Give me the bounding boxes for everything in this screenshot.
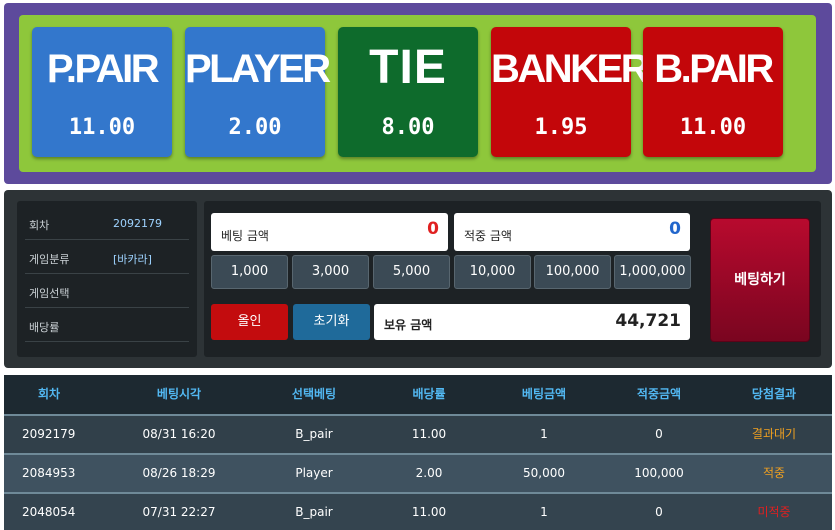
column-header: 베팅금액 xyxy=(521,387,567,401)
win-amount-cell: 0 xyxy=(655,427,663,441)
pick-cell: Player xyxy=(295,466,333,480)
bet-option-odds: 1.95 xyxy=(534,115,588,140)
win-amount-label: 적중 금액 xyxy=(464,229,512,243)
balance-value: 44,721 xyxy=(615,311,681,331)
category-label: 게임분류 xyxy=(29,253,70,266)
odds-cell: 2.00 xyxy=(415,466,443,480)
odds-cell: 11.00 xyxy=(411,427,447,441)
reset-button[interactable]: 초기화 xyxy=(293,304,370,340)
round-cell: 2084953 xyxy=(22,466,76,480)
bet-option-name: B.PAIR xyxy=(654,47,774,91)
bet-option-odds: 8.00 xyxy=(381,115,435,140)
chip-5000-button[interactable]: 5,000 xyxy=(373,255,450,289)
balance-label: 보유 금액 xyxy=(384,318,433,332)
bet-option-name: TIE xyxy=(369,41,447,94)
time-cell: 07/31 22:27 xyxy=(142,505,216,519)
round-label: 회차 xyxy=(29,219,50,232)
win-amount-value: 0 xyxy=(669,219,681,239)
bet-option-player[interactable]: PLAYER 2.00 xyxy=(185,27,331,157)
bet-option-b-pair[interactable]: B.PAIR 11.00 xyxy=(643,27,783,157)
bet-board-frame: P.PAIR 11.00 PLAYER 2.00 TIE 8.00 BANKER… xyxy=(4,3,832,184)
chip-3000-button[interactable]: 3,000 xyxy=(292,255,369,289)
chip-1000000-button[interactable]: 1,000,000 xyxy=(614,255,691,289)
chip-100000-button[interactable]: 100,000 xyxy=(534,255,611,289)
bet-amount-value: 0 xyxy=(427,219,439,239)
chip-10000-button[interactable]: 10,000 xyxy=(454,255,531,289)
table-header: 회차 베팅시각 선택베팅 배당률 베팅금액 적중금액 당첨결과 xyxy=(4,375,832,414)
table-row: 2048054 07/31 22:27 B_pair 11.00 1 0 미적중 xyxy=(4,492,832,530)
bet-option-tie[interactable]: TIE 8.00 xyxy=(338,27,478,157)
bet-amount-cell: 1 xyxy=(540,505,548,519)
info-row-round: 회차 2092179 xyxy=(25,206,189,240)
result-cell: 미적중 xyxy=(757,505,791,519)
column-header: 적중금액 xyxy=(636,387,682,401)
column-header: 당첨결과 xyxy=(751,387,797,401)
info-row-category: 게임분류 [바카라] xyxy=(25,240,189,274)
bet-amount-label: 베팅 금액 xyxy=(221,229,269,243)
column-header: 베팅시각 xyxy=(156,387,202,401)
column-header: 회차 xyxy=(37,387,61,401)
bet-control-panel: 회차 2092179 게임분류 [바카라] 게임선택 배당률 베팅 금액 0 적… xyxy=(4,190,832,368)
bet-option-banker[interactable]: BANKER 1.95 xyxy=(491,27,650,157)
table-row: 2084953 08/26 18:29 Player 2.00 50,000 1… xyxy=(4,453,832,492)
category-value: [바카라] xyxy=(113,253,152,266)
bet-history-table: 회차 베팅시각 선택베팅 배당률 베팅금액 적중금액 당첨결과 2092179 … xyxy=(4,375,832,530)
bet-option-name: PLAYER xyxy=(185,47,331,91)
all-in-button[interactable]: 올인 xyxy=(211,304,288,340)
result-cell: 적중 xyxy=(762,466,786,480)
win-amount-cell: 0 xyxy=(655,505,663,519)
time-cell: 08/31 16:20 xyxy=(142,427,216,441)
result-cell: 결과대기 xyxy=(751,427,797,441)
chip-1000-button[interactable]: 1,000 xyxy=(211,255,288,289)
round-value: 2092179 xyxy=(113,217,162,230)
win-amount-field: 적중 금액 0 xyxy=(454,213,690,251)
bet-option-odds: 11.00 xyxy=(679,115,747,140)
bet-amount-cell: 1 xyxy=(540,427,548,441)
time-cell: 08/26 18:29 xyxy=(142,466,216,480)
bet-board: P.PAIR 11.00 PLAYER 2.00 TIE 8.00 BANKER… xyxy=(19,15,816,172)
bet-amount-cell: 50,000 xyxy=(523,466,565,480)
balance-field: 보유 금액 44,721 xyxy=(374,304,690,340)
bet-option-odds: 11.00 xyxy=(68,115,136,140)
bet-option-p-pair[interactable]: P.PAIR 11.00 xyxy=(32,27,172,157)
place-bet-button[interactable]: 베팅하기 xyxy=(710,218,810,342)
bet-option-name: P.PAIR xyxy=(46,47,160,91)
info-row-selection: 게임선택 xyxy=(25,274,189,308)
round-cell: 2048054 xyxy=(22,505,76,519)
bet-amount-field[interactable]: 베팅 금액 0 xyxy=(211,213,448,251)
table-row: 2092179 08/31 16:20 B_pair 11.00 1 0 결과대… xyxy=(4,414,832,453)
bet-option-odds: 2.00 xyxy=(228,115,282,140)
bet-form: 베팅 금액 0 적중 금액 0 1,000 3,000 5,000 10,000… xyxy=(204,201,821,357)
round-cell: 2092179 xyxy=(22,427,76,441)
game-info-panel: 회차 2092179 게임분류 [바카라] 게임선택 배당률 xyxy=(17,201,197,357)
odds-cell: 11.00 xyxy=(411,505,447,519)
odds-label: 배당률 xyxy=(29,321,60,334)
column-header: 배당률 xyxy=(412,387,446,401)
pick-cell: B_pair xyxy=(295,427,333,441)
info-row-odds: 배당률 xyxy=(25,308,189,342)
bet-option-name: BANKER xyxy=(491,47,650,91)
win-amount-cell: 100,000 xyxy=(634,466,684,480)
pick-cell: B_pair xyxy=(295,505,333,519)
column-header: 선택베팅 xyxy=(291,387,337,401)
selection-label: 게임선택 xyxy=(29,287,70,300)
